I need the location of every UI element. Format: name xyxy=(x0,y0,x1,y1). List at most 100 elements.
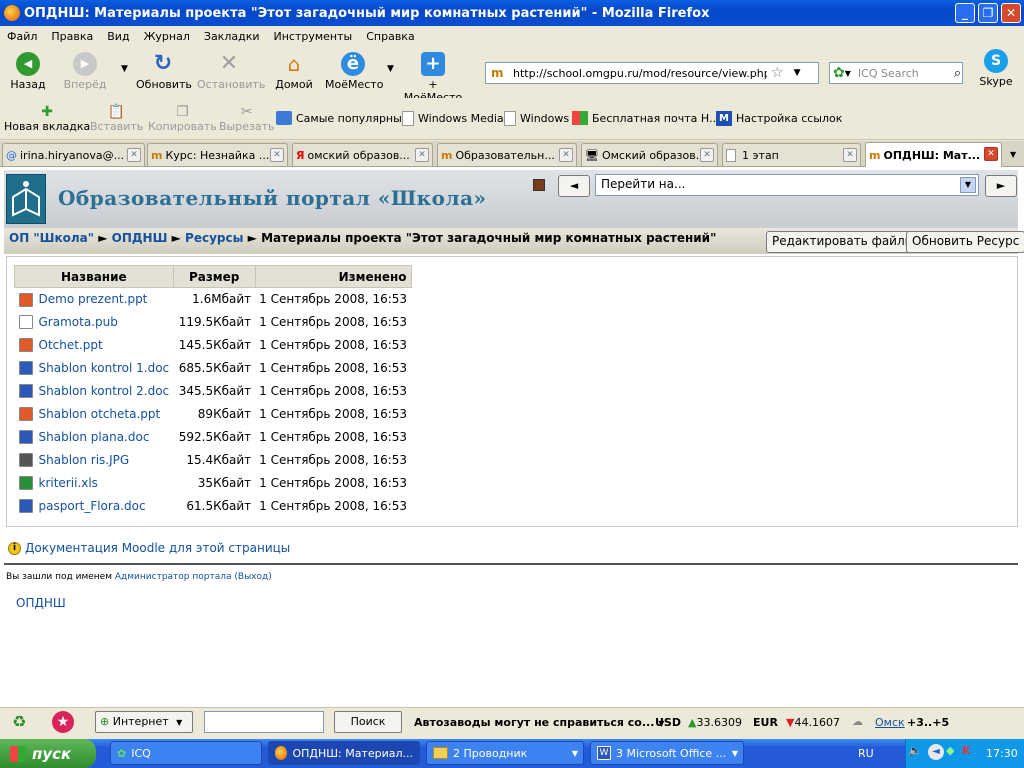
news-ticker[interactable]: Автозаводы могут не справиться со... ▼ xyxy=(414,716,664,729)
file-link[interactable]: pasport_Flora.doc xyxy=(39,499,146,513)
tab-close-icon[interactable]: ✕ xyxy=(127,148,141,162)
column-header-modified[interactable]: Изменено xyxy=(254,265,412,288)
tab-yandex[interactable]: Я омский образов... ✕ xyxy=(292,143,433,166)
folder-icon xyxy=(433,747,448,759)
menu-file[interactable]: Файл xyxy=(0,30,44,43)
taskbar-ms-office[interactable]: W 3 Microsoft Office ... ▼ xyxy=(590,741,744,765)
file-link[interactable]: Otchet.ppt xyxy=(39,338,103,352)
back-arrow-icon[interactable]: ◄ xyxy=(928,744,944,760)
stop-button[interactable]: ✕ Остановить xyxy=(197,52,265,92)
file-link[interactable]: Shablon kontrol 2.doc xyxy=(39,384,170,398)
tab-stage-1[interactable]: 1 этап ✕ xyxy=(722,143,861,166)
moodle-docs-link[interactable]: Документация Moodle для этой страницы xyxy=(25,541,290,555)
file-link[interactable]: Shablon ris.JPG xyxy=(39,453,130,467)
taskbar-firefox[interactable]: ОПДНШ: Материал... xyxy=(268,741,420,765)
language-indicator[interactable]: RU xyxy=(858,747,874,760)
search-box[interactable]: ✿ ▼ ICQ Search ⌕ xyxy=(829,62,963,84)
menu-tools[interactable]: Инструменты xyxy=(267,30,360,43)
bookmark-free-mail[interactable]: Бесплатная почта Н... xyxy=(572,111,720,125)
portal-title[interactable]: Образовательный портал «Школа» xyxy=(58,186,487,210)
weather-city-link[interactable]: Омск xyxy=(875,716,905,729)
menu-edit[interactable]: Правка xyxy=(44,30,100,43)
recycle-icon[interactable]: ♻ xyxy=(12,712,26,731)
file-link[interactable]: Demo prezent.ppt xyxy=(39,292,148,306)
next-resource-button[interactable]: ► xyxy=(985,175,1017,197)
history-dropdown-icon[interactable]: ▼ xyxy=(121,64,128,74)
icq-flower-icon[interactable]: ✿ xyxy=(833,65,845,81)
tab-close-icon[interactable]: ✕ xyxy=(270,148,284,162)
tab-opdnsh-active[interactable]: m ОПДНШ: Мат... ✕ xyxy=(865,142,1002,167)
internet-search-dropdown[interactable]: ⊕ Интернет ▼ xyxy=(95,711,193,733)
close-button[interactable]: ✕ xyxy=(1001,3,1021,23)
jump-to-select[interactable]: Перейти на... ▼ xyxy=(595,174,979,196)
rss-small-icon[interactable] xyxy=(533,179,545,191)
bookmark-popular[interactable]: Самые популярные xyxy=(276,111,409,125)
reload-button[interactable]: ↻ Обновить xyxy=(136,52,192,92)
taskbar-explorer[interactable]: 2 Проводник ▼ xyxy=(426,741,584,765)
shield-icon[interactable]: ◆ xyxy=(946,744,954,757)
bookmark-windows-media[interactable]: Windows Media xyxy=(402,111,504,126)
tab-irina-mail[interactable]: @ irina.hiryanova@... ✕ xyxy=(2,143,145,166)
menu-help[interactable]: Справка xyxy=(359,30,421,43)
back-label: Назад xyxy=(10,78,46,91)
url-bar[interactable]: m http://school.omgpu.ru/mod/resource/vi… xyxy=(485,62,819,84)
clock[interactable]: 17:30 xyxy=(986,747,1018,760)
tab-close-icon[interactable]: ✕ xyxy=(843,148,857,162)
tab-omsk[interactable]: 🖥 Омский образов... ✕ xyxy=(581,143,718,166)
logout-link[interactable]: (Выход) xyxy=(234,572,271,582)
edit-files-button[interactable]: Редактировать файлы xyxy=(766,231,921,253)
menu-view[interactable]: Вид xyxy=(100,30,136,43)
tab-close-icon[interactable]: ✕ xyxy=(559,148,573,162)
footer-course-link[interactable]: ОПДНШ xyxy=(16,596,66,610)
column-header-size[interactable]: Размер xyxy=(172,265,256,288)
back-button[interactable]: ◀ Назад xyxy=(8,52,48,91)
update-resource-button[interactable]: Обновить Ресурс xyxy=(906,231,1024,253)
tab-close-icon[interactable]: ✕ xyxy=(415,148,429,162)
prev-resource-button[interactable]: ◄ xyxy=(558,175,590,197)
crumb-opdnsh[interactable]: ОПДНШ xyxy=(112,231,168,245)
login-user-link[interactable]: Администратор портала xyxy=(115,572,232,582)
minimize-button[interactable]: _ xyxy=(955,3,975,23)
status-search-button[interactable]: Поиск xyxy=(334,711,402,733)
file-link[interactable]: Shablon otcheta.ppt xyxy=(39,407,161,421)
bookmark-windows[interactable]: Windows xyxy=(504,111,569,126)
forward-button[interactable]: ▶ Вперёд xyxy=(62,52,108,91)
url-dropdown-icon[interactable]: ▼ xyxy=(794,68,801,78)
bookmark-link-settings[interactable]: M Настройка ссылок xyxy=(716,111,842,126)
menu-history[interactable]: Журнал xyxy=(137,30,197,43)
kaspersky-icon[interactable]: K xyxy=(962,744,971,757)
add-moemesto-button[interactable]: + + МоёМесто xyxy=(400,52,466,104)
moemesto-button[interactable]: ё МоёМесто xyxy=(325,52,383,91)
new-tab-button[interactable]: ✚ Новая вкладка xyxy=(4,104,90,133)
skype-button[interactable]: S Skype xyxy=(976,49,1016,88)
file-link[interactable]: Shablon plana.doc xyxy=(39,430,150,444)
crumb-op-school[interactable]: ОП "Школа" xyxy=(9,231,94,245)
copy-button[interactable]: ❐ Копировать xyxy=(148,104,217,133)
cut-button[interactable]: ✂ Вырезать xyxy=(219,104,274,133)
bookmark-star-icon[interactable]: ☆ xyxy=(771,65,784,81)
taskbar-icq[interactable]: ✿ ICQ xyxy=(110,741,262,765)
home-button[interactable]: ⌂ Домой xyxy=(275,52,313,91)
tab-educational[interactable]: m Образовательн... ✕ xyxy=(437,143,577,166)
paste-button[interactable]: 📋 Вставить xyxy=(90,104,143,133)
speaker-icon[interactable]: 🔈 xyxy=(908,744,922,757)
column-header-name[interactable]: Название xyxy=(14,265,174,288)
file-link[interactable]: Shablon kontrol 1.doc xyxy=(39,361,170,375)
star-icon[interactable]: ★ xyxy=(52,711,74,733)
search-engine-dropdown-icon[interactable]: ▼ xyxy=(845,69,851,78)
menu-bookmarks[interactable]: Закладки xyxy=(197,30,267,43)
start-button[interactable]: пуск xyxy=(0,739,96,768)
file-link[interactable]: Gramota.pub xyxy=(39,315,118,329)
file-link[interactable]: kriterii.xls xyxy=(39,476,98,490)
portal-logo[interactable] xyxy=(6,174,46,224)
status-search-input[interactable] xyxy=(204,711,324,733)
crumb-resources[interactable]: Ресурсы xyxy=(185,231,243,245)
search-placeholder: ICQ Search xyxy=(857,66,919,80)
maximize-button[interactable]: ❐ xyxy=(978,3,998,23)
search-icon[interactable]: ⌕ xyxy=(954,66,961,81)
tab-close-icon[interactable]: ✕ xyxy=(984,147,998,161)
tab-close-icon[interactable]: ✕ xyxy=(700,148,714,162)
moemesto-dropdown-icon[interactable]: ▼ xyxy=(387,64,394,74)
tab-course[interactable]: m Курс: Незнайка ... ✕ xyxy=(147,143,288,166)
tab-list-dropdown-icon[interactable]: ▼ xyxy=(1010,150,1016,159)
